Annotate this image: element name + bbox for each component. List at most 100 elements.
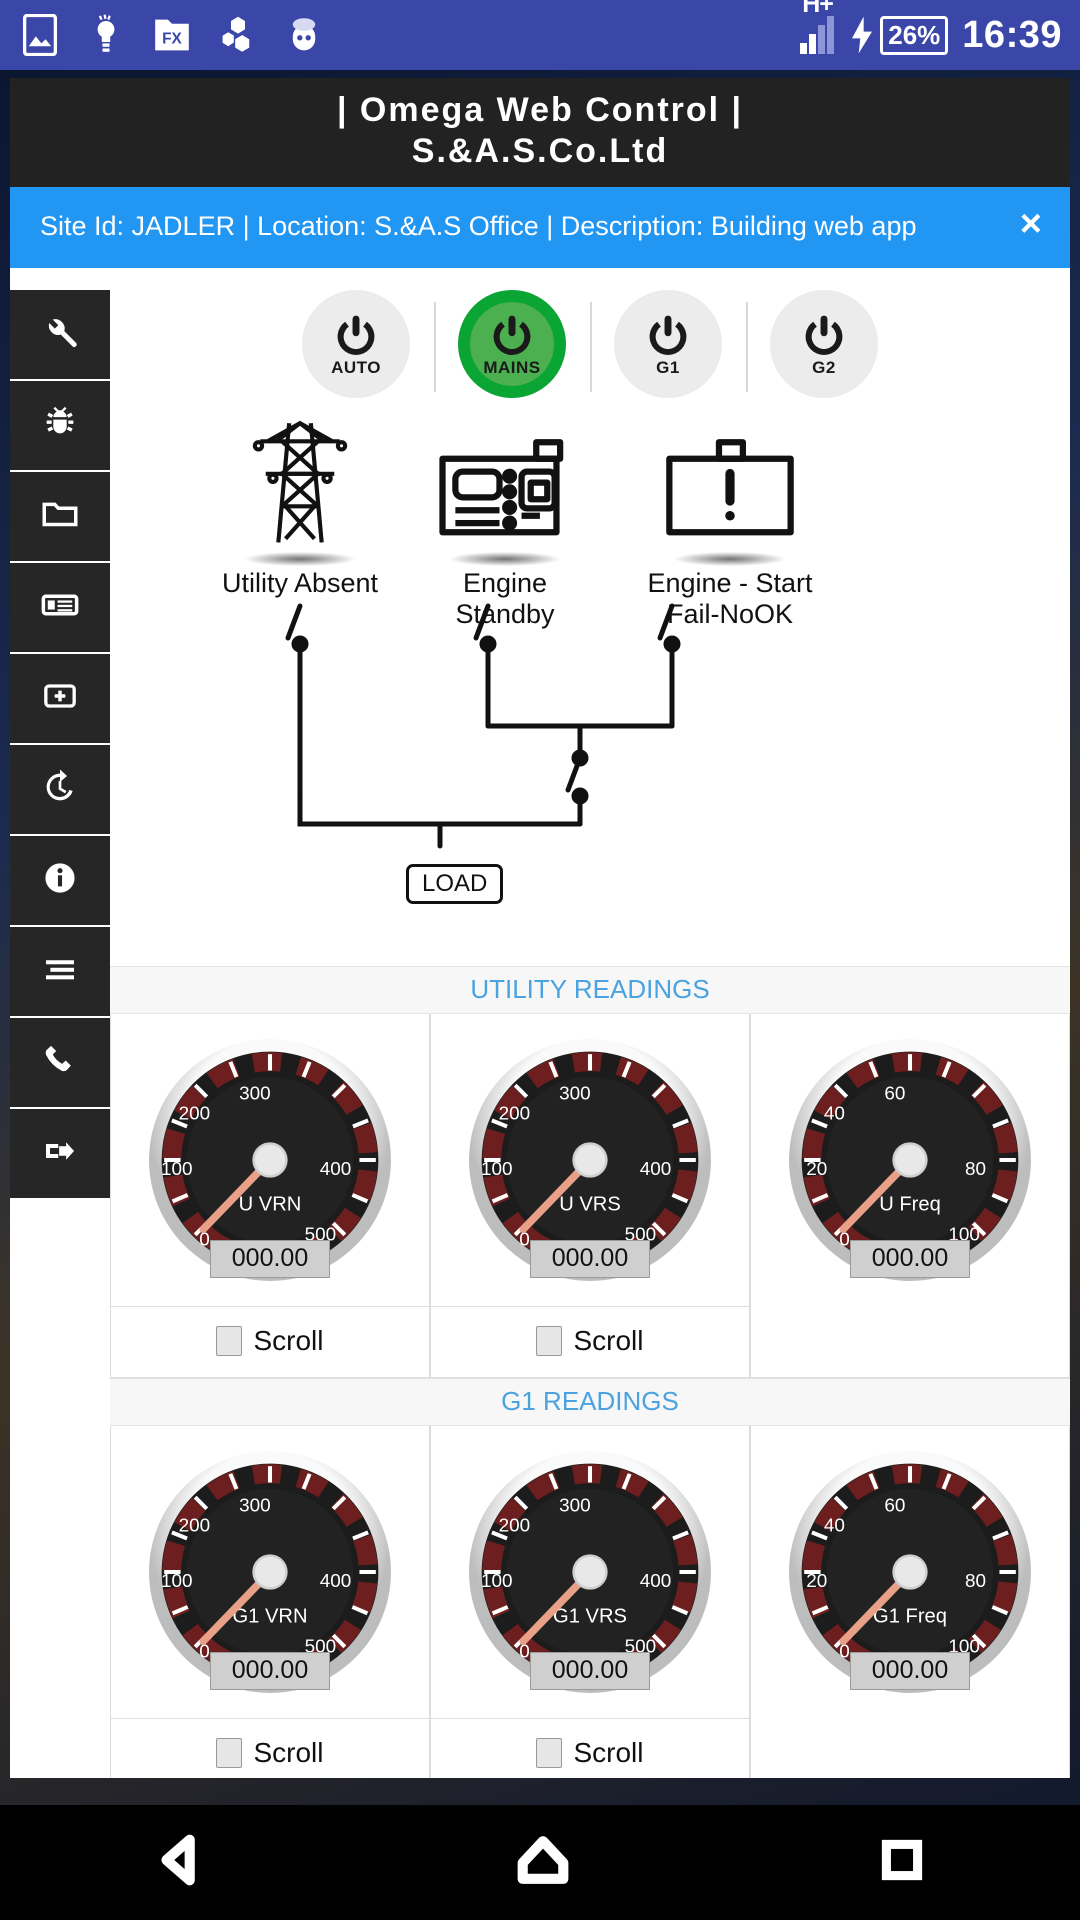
gauge-g1-vrs: 200 300 100 400 500 0 G1 VRS 000.00 [431,1426,749,1718]
scroll-checkbox[interactable] [216,1737,243,1768]
device-screen: | Omega Web Control | S.&A.S.Co.Ltd Site… [0,70,1080,1850]
list-icon [39,584,81,631]
power-icon [649,315,687,355]
svg-text:200: 200 [499,1516,531,1537]
svg-text:300: 300 [559,1495,591,1516]
close-icon[interactable]: × [1020,205,1042,243]
svg-text:80: 80 [965,1159,986,1180]
sidebar-item-wrench[interactable] [10,289,110,381]
scroll-checkbox[interactable] [536,1325,563,1356]
phone-icon [40,1040,80,1085]
svg-text:100: 100 [481,1571,513,1592]
history-icon [40,767,80,812]
scroll-toggle-row[interactable]: Scroll [431,1305,749,1377]
sidebar-item-bug[interactable] [10,380,110,472]
gauge-cell: 200 300 100 400 500 0 U VRS 000.00 Scrol… [430,1013,750,1378]
single-line-mimic-diagram: Utility Absent Engine Standby Engine - S… [110,406,1070,966]
scroll-label: Scroll [573,1324,644,1356]
power-button-auto[interactable]: AUTO [278,289,434,398]
power-button-g1[interactable]: G1 [590,289,746,398]
power-button-inner: MAINS [470,301,554,386]
signal-bars [800,16,835,54]
power-icon [337,315,375,355]
power-button-circle[interactable]: G1 [614,289,722,398]
scroll-checkbox[interactable] [216,1325,243,1356]
sidebar-item-list[interactable] [10,562,110,654]
app-title-line2: S.&A.S.Co.Ltd [411,132,669,171]
power-icon [493,315,531,355]
gauge-tick-100: 100 [161,1159,193,1180]
app-content: AUTO MAINS G1 G2 Utility Absent Engine S… [10,267,1070,1778]
scroll-toggle-row[interactable]: Scroll [111,1305,429,1377]
home-icon[interactable] [514,1831,572,1894]
site-info-text: Site Id: JADLER | Location: S.&A.S Offic… [40,210,917,241]
svg-text:60: 60 [884,1495,905,1516]
scroll-toggle-row[interactable]: Scroll [111,1717,429,1778]
gauge-readout: 000.00 [210,1651,330,1690]
scroll-label: Scroll [253,1736,324,1768]
gauge-cell: 40 60 20 80 100 0 G1 Freq 000.00 [750,1425,1070,1778]
svg-text:20: 20 [806,1571,827,1592]
image-icon [18,13,62,57]
section-title-g1: G1 READINGS [110,1377,1070,1426]
power-button-inner: G2 [782,301,866,386]
power-button-label: G1 [656,357,680,377]
scroll-toggle-row[interactable]: Scroll [431,1717,749,1778]
folder-icon [39,493,81,540]
recents-icon[interactable] [876,1834,928,1891]
svg-text:100: 100 [481,1159,513,1180]
section-title-utility: UTILITY READINGS [110,965,1070,1014]
battery-status: 26% [848,15,949,55]
app-title-bar: | Omega Web Control | S.&A.S.Co.Ltd [10,78,1070,187]
gauge-cell: 200 300 100 400 500 0 U VRN 000.00 Scrol… [110,1013,430,1378]
app-title-line1: | Omega Web Control | [336,91,744,129]
gauge-readout: 000.00 [850,1651,970,1690]
svg-text:400: 400 [640,1571,672,1592]
power-button-g2[interactable]: G2 [746,289,902,398]
load-node: LOAD [406,863,504,904]
add-box-icon [40,676,80,721]
gauge-readout: 000.00 [530,1239,650,1278]
sidebar-item-history[interactable] [10,744,110,836]
gauge-cell: 200 300 100 400 500 0 G1 VRS 000.00 Scro… [430,1425,750,1778]
scroll-checkbox[interactable] [536,1737,563,1768]
svg-text:40: 40 [824,1104,845,1125]
power-button-circle[interactable]: AUTO [302,289,410,398]
gauge-label: U VRN [239,1193,302,1215]
network-type-label: H+ [802,0,834,18]
android-navigation-bar [0,1805,1080,1920]
sidebar-item-menu-align[interactable] [10,926,110,1018]
gauge-tick-400: 400 [320,1159,352,1180]
svg-text:80: 80 [965,1571,986,1592]
svg-text:60: 60 [884,1083,905,1104]
gauge-tick-200: 200 [179,1104,211,1125]
power-button-label: MAINS [483,357,541,377]
power-button-inner: G1 [626,301,710,386]
bug-icon [40,403,80,448]
main-panel: AUTO MAINS G1 G2 Utility Absent Engine S… [110,267,1070,1778]
svg-text:100: 100 [161,1571,193,1592]
sidebar-item-info[interactable] [10,835,110,927]
signal-strength-icon: H+ [800,0,835,54]
scroll-label: Scroll [253,1324,324,1356]
info-icon [41,859,79,902]
power-button-circle[interactable]: G2 [770,289,878,398]
svg-text:300: 300 [239,1495,271,1516]
gauge-g1-vrn: 200 300 100 400 500 0 G1 VRN 000.00 [111,1426,429,1718]
sidebar-item-logout[interactable] [10,1108,110,1200]
gauge-cell: 40 60 20 80 100 0 U Freq 000.00 [750,1013,1070,1378]
gauge-readout: 000.00 [210,1239,330,1278]
power-button-circle[interactable]: MAINS [458,289,566,398]
load-label: LOAD [422,869,488,897]
power-button-label: G2 [812,357,836,377]
gauge-label: U VRS [559,1193,621,1215]
svg-text:400: 400 [640,1159,672,1180]
gauge-readout: 000.00 [850,1239,970,1278]
svg-text:40: 40 [824,1516,845,1537]
gauge-cell: 200 300 100 400 500 0 G1 VRN 000.00 Scro… [110,1425,430,1778]
back-icon[interactable] [152,1831,210,1894]
sidebar-item-phone[interactable] [10,1017,110,1109]
sidebar-item-folder[interactable] [10,471,110,563]
sidebar-item-add-box[interactable] [10,653,110,745]
power-button-mains[interactable]: MAINS [434,289,590,398]
